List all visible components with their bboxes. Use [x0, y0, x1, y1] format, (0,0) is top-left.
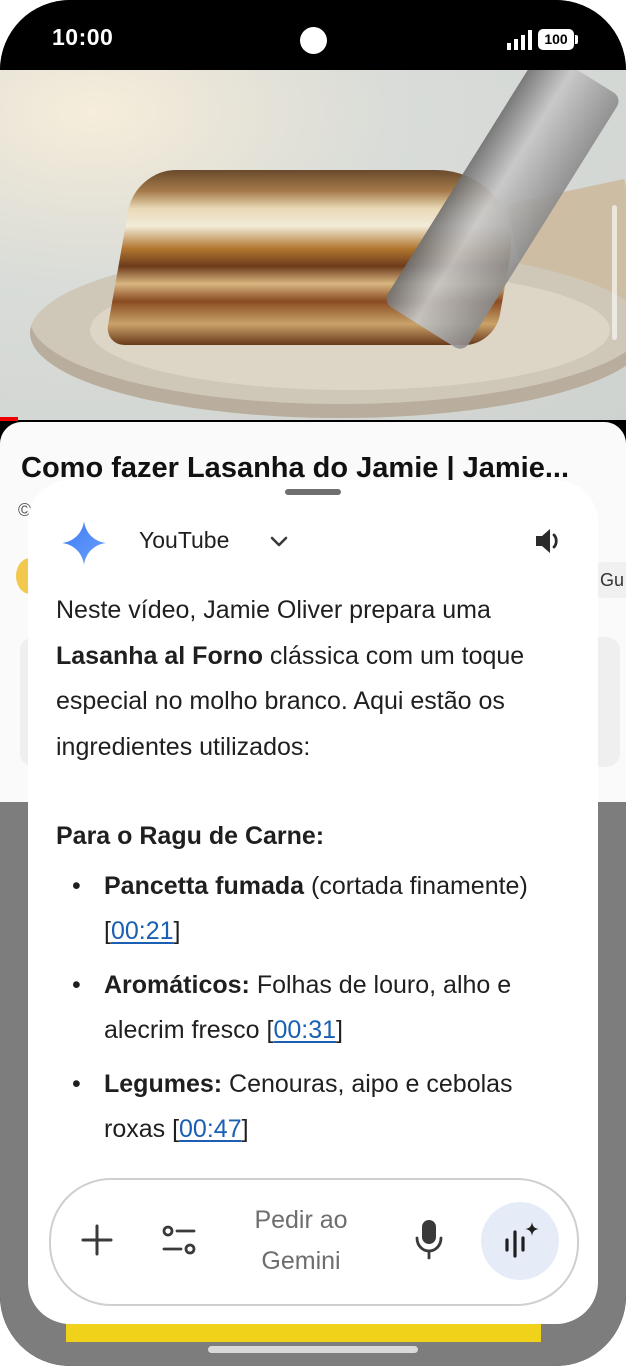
timestamp-link[interactable]: 00:21 — [111, 917, 174, 945]
live-icon — [505, 1222, 539, 1258]
list-item: Legumes: Cenouras, aipo e cebolas roxas … — [56, 1062, 576, 1153]
chevron-down-icon[interactable] — [268, 530, 290, 552]
video-progress[interactable] — [0, 417, 18, 421]
signal-icon — [507, 30, 532, 50]
gemini-star-icon — [62, 521, 106, 565]
scrollbar[interactable] — [612, 205, 617, 340]
gemini-sheet: YouTube Neste vídeo, Jamie Oliver prepar… — [28, 480, 598, 1324]
home-indicator[interactable] — [208, 1346, 418, 1353]
timestamp-link[interactable]: 00:31 — [273, 1016, 336, 1044]
video-player[interactable] — [0, 70, 626, 420]
status-time: 10:00 — [52, 24, 114, 50]
mic-icon[interactable] — [413, 1218, 445, 1260]
phone-frame: 10:00 100 Como fazer Lasanha do Jamie | … — [0, 0, 626, 1366]
response-content: Neste vídeo, Jamie Oliver prepara uma La… — [56, 588, 576, 1161]
tune-icon[interactable] — [161, 1222, 197, 1258]
prompt-input[interactable]: Pedir ao Gemini — [236, 1200, 366, 1282]
list-item: Aromáticos: Folhas de louro, alho e alec… — [56, 963, 576, 1054]
live-button[interactable] — [481, 1202, 559, 1280]
sheet-drag-handle[interactable] — [285, 489, 341, 495]
prompt-input-bar[interactable]: Pedir ao Gemini — [49, 1178, 579, 1306]
speaker-icon[interactable] — [533, 526, 565, 556]
status-bar: 10:00 100 — [0, 0, 626, 70]
battery-icon: 100 — [538, 29, 578, 50]
timestamp-link[interactable]: 00:47 — [179, 1115, 242, 1143]
plus-icon[interactable] — [79, 1222, 115, 1258]
front-camera — [300, 27, 327, 54]
sheet-header: YouTube — [28, 480, 598, 600]
ingredient-list: Pancetta fumada (cortada finamente) [00:… — [56, 864, 576, 1153]
source-label[interactable]: YouTube — [139, 527, 229, 554]
partial-chip[interactable]: Gu — [595, 562, 626, 598]
section-title: Para o Ragu de Carne: — [56, 822, 325, 850]
response-intro: Neste vídeo, Jamie Oliver prepara uma La… — [56, 596, 525, 761]
list-item: Pancetta fumada (cortada finamente) [00:… — [56, 864, 576, 955]
